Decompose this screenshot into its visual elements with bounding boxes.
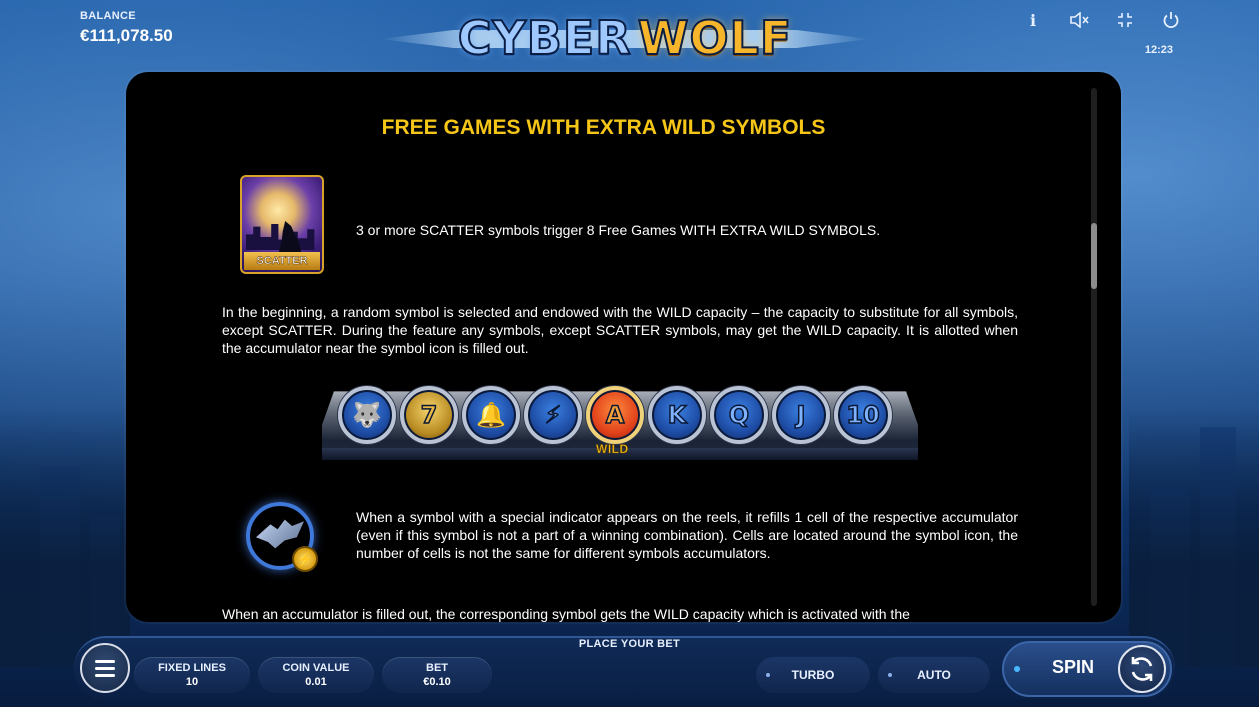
scatter-symbol-label: SCATTER xyxy=(244,252,320,270)
auto-label: AUTO xyxy=(917,668,951,682)
k-symbol: K xyxy=(648,386,706,444)
game-logo: CYBER WOLF xyxy=(380,2,870,74)
panel-scrollbar[interactable] xyxy=(1091,88,1097,606)
coin-value-label: COIN VALUE xyxy=(282,662,350,674)
seven-symbol-glyph: 7 xyxy=(420,400,438,430)
bell-symbol: 🔔 xyxy=(462,386,520,444)
turbo-button[interactable]: TURBO xyxy=(756,657,870,693)
spin-button[interactable]: SPIN xyxy=(1002,641,1172,697)
fixed-lines-value: 10 xyxy=(185,676,199,688)
auto-button[interactable]: AUTO xyxy=(878,657,990,693)
turbo-indicator-dot xyxy=(766,673,770,677)
top-toolbar: i xyxy=(1023,10,1181,30)
j-symbol: J xyxy=(772,386,830,444)
sound-off-icon[interactable] xyxy=(1069,10,1089,30)
claw-symbol-glyph: ⚡ xyxy=(544,400,562,430)
spin-indicator-dot xyxy=(1014,666,1020,672)
wolf-symbol-glyph: 🐺 xyxy=(351,400,382,430)
k-symbol-glyph: K xyxy=(667,400,687,430)
coin-value-selector[interactable]: COIN VALUE 0.01 xyxy=(258,657,374,693)
clock: 12:23 xyxy=(1144,44,1173,56)
power-icon[interactable] xyxy=(1161,10,1181,30)
a-symbol: A xyxy=(586,386,644,444)
turbo-label: TURBO xyxy=(791,668,835,682)
fixed-lines-label: FIXED LINES xyxy=(158,662,226,674)
ten-symbol-glyph: 10 xyxy=(846,400,881,430)
fixed-lines-display: FIXED LINES 10 xyxy=(134,657,250,693)
balance-label: BALANCE xyxy=(80,10,136,22)
auto-indicator-dot xyxy=(888,673,892,677)
coin-value-value: 0.01 xyxy=(305,676,327,688)
q-symbol-glyph: Q xyxy=(728,400,750,430)
bet-selector[interactable]: BET €0.10 xyxy=(382,657,492,693)
logo-text-wolf: WOLF xyxy=(637,11,793,65)
background-trees xyxy=(0,407,130,667)
hamburger-icon-line xyxy=(95,673,115,677)
accumulator-description-paragraph: When an accumulator is filled out, the c… xyxy=(222,606,910,622)
bet-label: BET xyxy=(426,662,448,674)
bet-value: €0.10 xyxy=(423,676,451,688)
logo-text-cyber: CYBER xyxy=(457,11,632,65)
scatter-description: 3 or more SCATTER symbols trigger 8 Free… xyxy=(356,222,881,238)
lightning-bolt-icon: ⚡ xyxy=(292,546,318,572)
wild-tag: WILD xyxy=(596,442,629,457)
menu-button[interactable] xyxy=(80,643,130,693)
scrollbar-thumb[interactable] xyxy=(1091,223,1097,289)
hamburger-icon-line xyxy=(95,659,115,663)
seven-symbol: 7 xyxy=(400,386,458,444)
wolf-symbol: 🐺 xyxy=(338,386,396,444)
fullscreen-exit-icon[interactable] xyxy=(1115,10,1135,30)
indicator-description-paragraph: When a symbol with a special indicator a… xyxy=(356,509,1018,561)
claw-symbol: ⚡ xyxy=(524,386,582,444)
paytable-panel[interactable]: FREE GAMES WITH EXTRA WILD SYMBOLS SCATT… xyxy=(126,72,1121,622)
scatter-wolf-silhouette xyxy=(278,221,302,255)
background-trees xyxy=(1129,407,1259,667)
scatter-symbol-icon: SCATTER xyxy=(240,175,324,274)
symbol-row: 🐺 7 🔔 ⚡ A K Q J 10 xyxy=(338,386,892,444)
wild-description-paragraph: In the beginning, a random symbol is sel… xyxy=(222,304,1018,356)
spin-refresh-icon[interactable] xyxy=(1118,645,1166,693)
j-symbol-glyph: J xyxy=(796,400,806,430)
a-symbol-glyph: A xyxy=(605,400,625,430)
ten-symbol: 10 xyxy=(834,386,892,444)
balance-value: €111,078.50 xyxy=(80,26,173,45)
bell-symbol-glyph: 🔔 xyxy=(475,400,506,430)
section-heading: FREE GAMES WITH EXTRA WILD SYMBOLS xyxy=(381,116,826,139)
info-icon[interactable]: i xyxy=(1023,10,1043,30)
spin-label: SPIN xyxy=(1052,657,1095,677)
special-indicator-icon: ⚡ xyxy=(244,500,318,572)
hamburger-icon-line xyxy=(95,666,115,670)
balance-display: BALANCE €111,078.50 xyxy=(80,10,173,46)
q-symbol: Q xyxy=(710,386,768,444)
